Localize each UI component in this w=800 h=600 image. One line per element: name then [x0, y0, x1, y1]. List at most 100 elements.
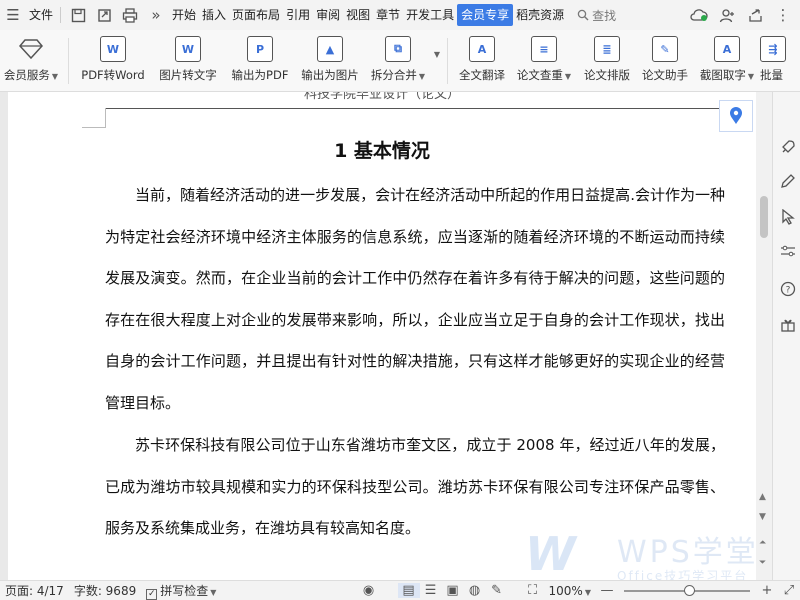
right-sidebar: ? [772, 92, 800, 580]
plagiarism-check-button[interactable]: ≡ 论文查重 ▼ [510, 30, 578, 92]
print-icon[interactable] [117, 4, 143, 26]
eye-protection-icon[interactable]: ◉ [358, 583, 380, 598]
split-merge-label: 拆分合并 [370, 68, 417, 82]
tab-docer-resources[interactable]: 稻壳资源 [513, 4, 567, 26]
pen-icon[interactable] [779, 172, 797, 190]
paper-assistant-label: 论文助手 [642, 68, 688, 82]
scrollbar-thumb[interactable] [760, 196, 768, 238]
batch-label: 批量 [760, 68, 783, 82]
page-down-icon[interactable]: ⏷ [759, 558, 766, 568]
tab-insert[interactable]: 插入 [199, 4, 229, 26]
full-translate-button[interactable]: A 全文翻译 [454, 30, 510, 92]
caret-down-icon: ▼ [418, 72, 426, 81]
tab-view[interactable]: 视图 [343, 4, 373, 26]
screenshot-text-button[interactable]: A 截图取字 ▼ [694, 30, 760, 92]
status-bar: 页面: 4/17 字数: 9689 ✓ 拼写检查 ▼ ◉ ▤ ☰ ▣ ◍ ✎ ⛶ 1… [0, 580, 800, 600]
zoom-in-icon[interactable]: + [756, 583, 778, 598]
paper-assistant-icon: ✎ [652, 36, 678, 62]
pdf-to-word-label: PDF转Word [81, 68, 145, 82]
body-paragraph: 当前，随着经济活动的进一步发展，会计在经济活动中所起的作用日益提高.会计作为一种… [105, 186, 725, 412]
pdf-to-word-button[interactable]: W PDF转Word [75, 30, 151, 92]
paper-layout-button[interactable]: ≣ 论文排版 [578, 30, 636, 92]
paper-layout-label: 论文排版 [584, 68, 630, 82]
tab-home[interactable]: 开始 [169, 4, 199, 26]
cloud-sync-icon[interactable] [686, 4, 712, 26]
fit-screen-icon[interactable]: ⛶ [522, 583, 544, 598]
margin-corner-mark [105, 108, 106, 128]
caret-down-icon: ▼ [564, 72, 572, 81]
tab-references[interactable]: 引用 [283, 4, 313, 26]
more-options-icon[interactable]: ⋮ [770, 4, 796, 26]
scroll-up-icon[interactable]: ▲ [759, 492, 766, 502]
gift-icon[interactable] [779, 316, 797, 334]
full-translate-label: 全文翻译 [459, 68, 505, 82]
checkbox-checked-icon: ✓ [146, 588, 158, 600]
document-page[interactable]: 科技学院毕业设计（论文） 1 基本情况 当前，随着经济活动的进一步发展，会计在经… [8, 92, 756, 580]
zoom-slider-knob[interactable] [684, 584, 695, 596]
margin-corner-mark [82, 127, 106, 128]
write-mode-icon[interactable]: ✎ [486, 583, 508, 598]
image-to-text-icon: W [175, 36, 201, 62]
pdf-to-word-icon: W [100, 36, 126, 62]
scroll-down-icon[interactable]: ▼ [759, 512, 766, 522]
menu-separator [60, 7, 62, 23]
section-heading: 1 基本情况 [334, 140, 430, 162]
caret-down-icon: ▼ [210, 587, 217, 597]
zoom-out-icon[interactable]: — [596, 583, 618, 598]
tab-member-exclusive[interactable]: 会员专享 [457, 4, 514, 26]
zoom-level[interactable]: 100% ▼ [544, 584, 596, 598]
export-image-label: 输出为图片 [301, 68, 359, 82]
location-pin-icon [730, 107, 742, 124]
fullscreen-icon[interactable]: ⤢ [778, 583, 800, 598]
hamburger-menu-icon[interactable]: ☰ [0, 4, 26, 26]
image-to-text-button[interactable]: W 图片转文字 [151, 30, 225, 92]
navigation-location-button[interactable] [719, 100, 753, 132]
export-pdf-button[interactable]: P 输出为PDF [225, 30, 295, 92]
export-image-button[interactable]: ▲ 输出为图片 [295, 30, 365, 92]
cursor-select-icon[interactable] [779, 208, 797, 226]
member-service-button[interactable]: 会员服务 ▼ [0, 30, 62, 92]
export-icon[interactable] [91, 4, 117, 26]
diamond-icon [18, 36, 44, 62]
collaborate-user-icon[interactable] [714, 4, 740, 26]
web-view-icon[interactable]: ◍ [464, 583, 486, 598]
search-box[interactable]: 查找 [577, 7, 616, 24]
page-indicator[interactable]: 页面: 4/17 [0, 582, 69, 599]
page-header-text: 科技学院毕业设计（论文） [303, 92, 460, 102]
split-merge-button[interactable]: ⧉ 拆分合并 ▼ [365, 30, 431, 92]
help-icon[interactable]: ? [779, 280, 797, 298]
more-chevron-icon[interactable]: » [143, 4, 169, 26]
paper-layout-icon: ≣ [594, 36, 620, 62]
page-up-icon[interactable]: ⏶ [759, 538, 766, 548]
plagiarism-check-icon: ≡ [531, 36, 557, 62]
tab-review[interactable]: 审阅 [313, 4, 343, 26]
zoom-slider[interactable] [624, 584, 750, 596]
tab-page-layout[interactable]: 页面布局 [229, 4, 283, 26]
save-icon[interactable] [65, 4, 91, 26]
vertical-scrollbar[interactable]: ▲ ▼ ⏶ ⏷ [756, 92, 772, 580]
tab-chapter[interactable]: 章节 [373, 4, 403, 26]
ribbon-toolbar: 会员服务 ▼ W PDF转Word W 图片转文字 P 输出为PDF ▲ 输出为图… [0, 30, 800, 92]
export-pdf-label: 输出为PDF [231, 68, 289, 82]
menu-file[interactable]: 文件 [26, 4, 56, 26]
outline-view-icon[interactable]: ☰ [420, 583, 442, 598]
ribbon-overflow-button[interactable]: ▼ [431, 30, 441, 92]
paper-assistant-button[interactable]: ✎ 论文助手 [636, 30, 694, 92]
document-area: 科技学院毕业设计（论文） 1 基本情况 当前，随着经济活动的进一步发展，会计在经… [0, 92, 772, 580]
spell-check-toggle[interactable]: ✓ 拼写检查 ▼ [141, 582, 221, 600]
adjust-sliders-icon[interactable] [779, 242, 797, 260]
split-merge-icon: ⧉ [385, 36, 411, 62]
export-pdf-icon: P [247, 36, 273, 62]
tab-developer[interactable]: 开发工具 [403, 4, 457, 26]
page-view-icon[interactable]: ▤ [397, 583, 420, 598]
batch-icon: ⇶ [760, 36, 786, 62]
read-view-icon[interactable]: ▣ [442, 583, 464, 598]
caret-down-icon: ▼ [51, 72, 59, 81]
word-count[interactable]: 字数: 9689 [69, 582, 141, 599]
svg-text:?: ? [786, 286, 791, 296]
ribbon-separator [68, 38, 69, 84]
batch-button[interactable]: ⇶ 批量 [760, 30, 790, 92]
screenshot-text-icon: A [714, 36, 740, 62]
share-icon[interactable] [742, 4, 768, 26]
rocket-icon[interactable] [779, 138, 797, 156]
